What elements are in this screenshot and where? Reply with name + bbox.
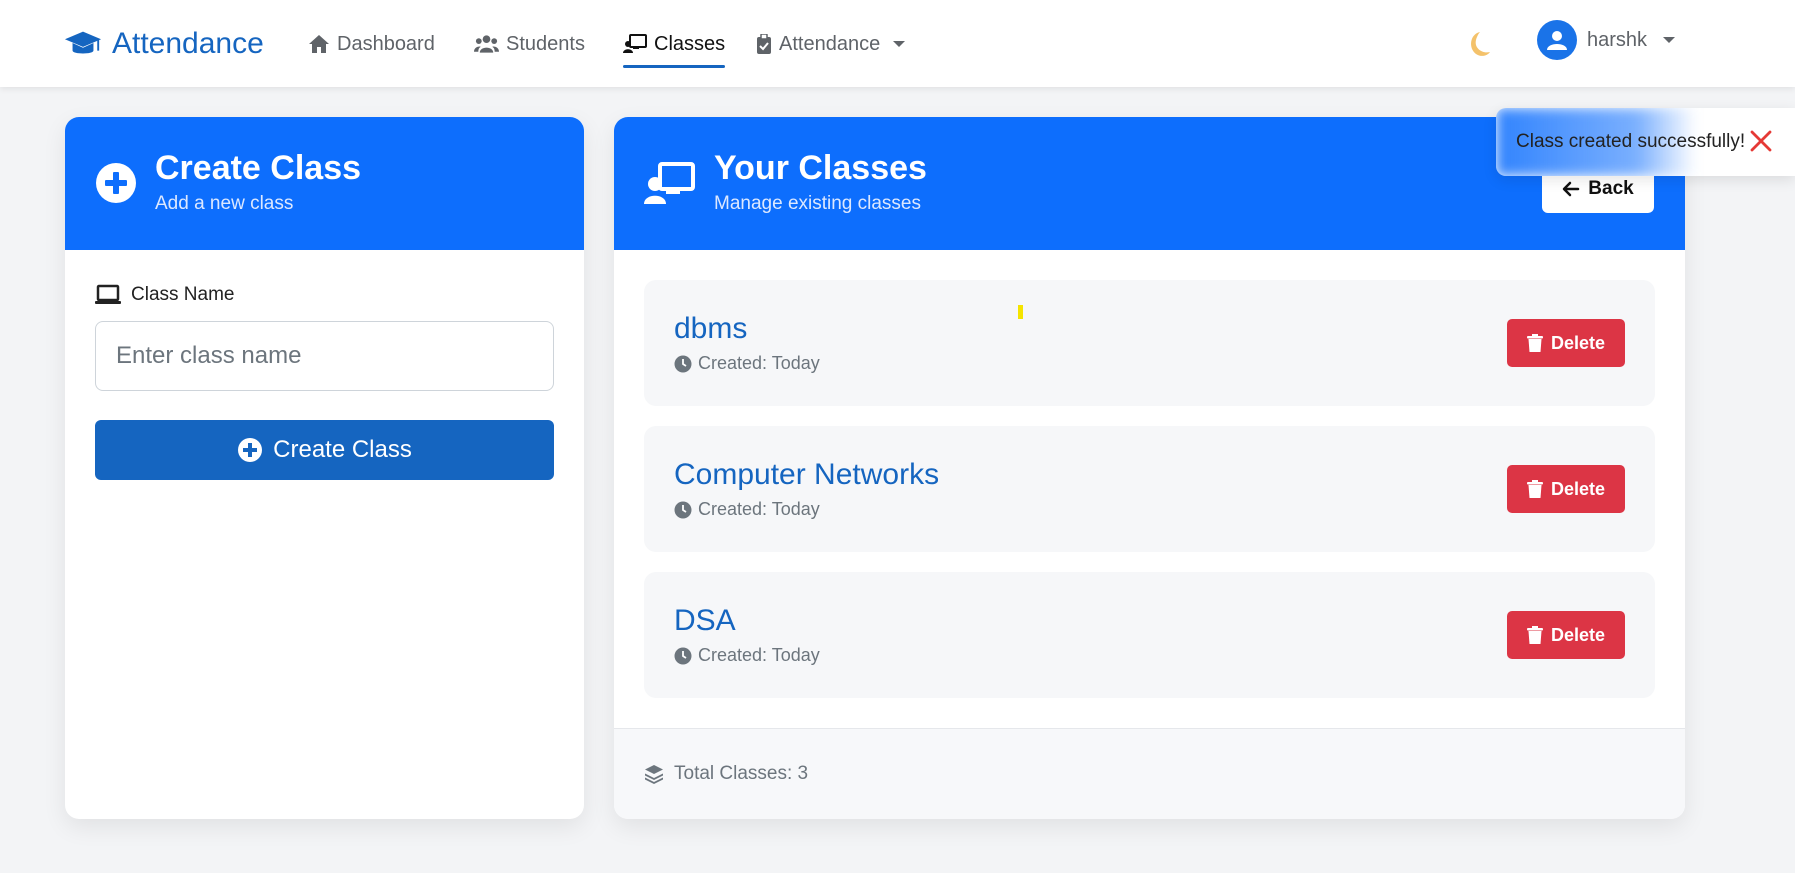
class-name-label-text: Class Name bbox=[131, 284, 235, 305]
user-name: harshk bbox=[1587, 28, 1648, 51]
success-toast: Class created successfully! bbox=[1496, 108, 1795, 176]
create-class-subtitle: Add a new class bbox=[155, 193, 294, 214]
moon-icon[interactable] bbox=[1460, 28, 1492, 60]
laptop-icon bbox=[95, 284, 121, 304]
create-class-button-label: Create Class bbox=[273, 436, 412, 463]
class-name: DSA bbox=[674, 604, 736, 637]
trash-icon bbox=[1526, 626, 1543, 644]
your-classes-card: Your Classes Manage existing classes Bac… bbox=[614, 117, 1685, 819]
create-class-button[interactable]: Create Class bbox=[95, 420, 554, 480]
nav-dashboard-label: Dashboard bbox=[337, 32, 435, 55]
class-name-label: Class Name bbox=[95, 284, 234, 306]
nav-classes[interactable]: Classes bbox=[623, 28, 726, 68]
clock-icon bbox=[674, 355, 692, 372]
brand-link[interactable]: Attendance bbox=[64, 24, 264, 64]
delete-button[interactable]: Delete bbox=[1507, 319, 1625, 367]
create-class-title: Create Class bbox=[155, 149, 362, 187]
delete-button[interactable]: Delete bbox=[1507, 465, 1625, 513]
text-cursor-marker bbox=[1018, 305, 1023, 319]
toast-message: Class created successfully! bbox=[1516, 131, 1746, 152]
arrow-left-icon bbox=[1563, 181, 1580, 197]
chevron-down-icon bbox=[893, 41, 906, 47]
clock-icon bbox=[674, 647, 692, 664]
trash-icon bbox=[1526, 480, 1543, 498]
layers-icon bbox=[645, 765, 663, 784]
total-classes: Total Classes: 3 bbox=[644, 763, 808, 785]
user-icon bbox=[1547, 31, 1567, 50]
classroom-icon bbox=[623, 34, 647, 53]
class-name: dbms bbox=[674, 312, 748, 345]
close-icon[interactable] bbox=[1748, 128, 1774, 154]
your-classes-title: Your Classes bbox=[714, 149, 927, 187]
class-created-text: Created: Today bbox=[698, 353, 820, 373]
delete-button[interactable]: Delete bbox=[1507, 611, 1625, 659]
nav-dashboard[interactable]: Dashboard bbox=[308, 28, 435, 60]
class-created: Created: Today bbox=[674, 353, 820, 374]
delete-button-label: Delete bbox=[1550, 332, 1606, 353]
nav-attendance-dropdown[interactable]: Attendance bbox=[756, 28, 906, 60]
classroom-icon bbox=[644, 162, 695, 204]
class-created: Created: Today bbox=[674, 499, 820, 520]
nav-students-label: Students bbox=[506, 32, 585, 55]
class-created-text: Created: Today bbox=[698, 645, 820, 665]
create-class-card: Create Class Add a new class Class Name … bbox=[65, 117, 584, 819]
create-class-header: Create Class Add a new class bbox=[65, 117, 584, 250]
users-icon bbox=[474, 35, 499, 53]
classes-footer: Total Classes: 3 bbox=[614, 728, 1685, 819]
total-classes-text: Total Classes: 3 bbox=[674, 763, 809, 784]
top-navbar: Attendance Dashboard Students Classes At… bbox=[0, 0, 1795, 87]
class-name-input[interactable] bbox=[95, 321, 554, 391]
user-menu[interactable]: harshk bbox=[1537, 20, 1676, 60]
back-button-label: Back bbox=[1588, 178, 1634, 199]
delete-button-label: Delete bbox=[1550, 624, 1606, 645]
plus-circle-icon bbox=[238, 438, 263, 462]
class-created-text: Created: Today bbox=[698, 499, 820, 519]
plus-circle-icon bbox=[96, 163, 136, 203]
avatar bbox=[1537, 20, 1577, 60]
brand-title: Attendance bbox=[112, 27, 264, 60]
class-item: DSA Created: Today Delete bbox=[644, 572, 1655, 698]
nav-classes-label: Classes bbox=[654, 32, 726, 55]
nav-students[interactable]: Students bbox=[474, 28, 585, 60]
nav-attendance-label: Attendance bbox=[779, 32, 881, 55]
class-name: Computer Networks bbox=[674, 458, 940, 491]
trash-icon bbox=[1526, 334, 1543, 352]
home-icon bbox=[309, 35, 329, 53]
your-classes-subtitle: Manage existing classes bbox=[714, 193, 921, 214]
clipboard-check-icon bbox=[757, 34, 771, 54]
clock-icon bbox=[674, 501, 692, 518]
graduation-cap-icon bbox=[64, 31, 102, 54]
class-created: Created: Today bbox=[674, 645, 820, 666]
class-item: dbms Created: Today Delete bbox=[644, 280, 1655, 406]
class-item: Computer Networks Created: Today Delete bbox=[644, 426, 1655, 552]
delete-button-label: Delete bbox=[1550, 478, 1606, 499]
chevron-down-icon bbox=[1663, 37, 1676, 43]
